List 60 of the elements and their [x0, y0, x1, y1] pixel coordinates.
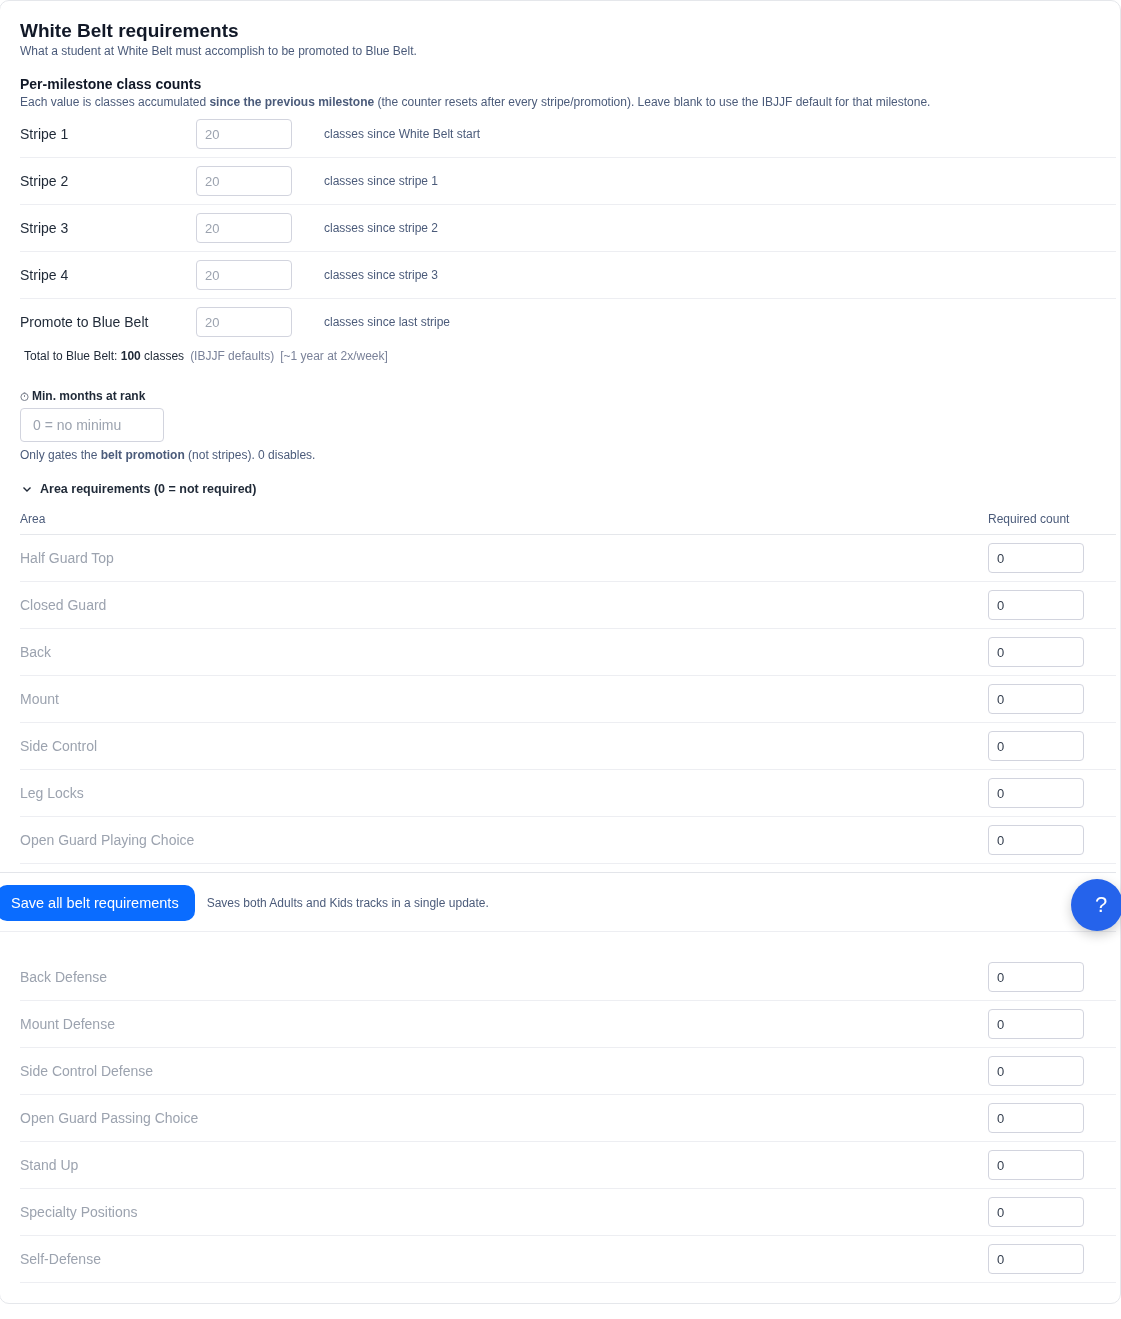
area-name: Half Guard Top	[20, 550, 115, 566]
count-input[interactable]: 0	[988, 825, 1084, 855]
milestone-label: Promote to Blue Belt	[20, 314, 150, 330]
area-name: Closed Guard	[20, 597, 108, 613]
milestone-hint: classes since last stripe	[323, 315, 452, 329]
count-input[interactable]: 0	[988, 1103, 1084, 1133]
count-input[interactable]: 0	[988, 684, 1084, 714]
stopwatch-icon	[20, 391, 29, 401]
count-input[interactable]: 0	[988, 637, 1084, 667]
class-count-input[interactable]: 20	[196, 307, 292, 337]
milestone-label: Stripe 2	[20, 173, 70, 189]
count-input[interactable]: 0	[988, 1056, 1084, 1086]
class-count-input[interactable]: 20	[196, 260, 292, 290]
chevron-icon	[22, 484, 32, 494]
area-name: Stand Up	[20, 1157, 80, 1173]
area-name: Side Control	[20, 738, 99, 754]
count-input[interactable]: 0	[988, 1244, 1084, 1274]
milestone-hint: classes since stripe 2	[323, 221, 440, 235]
area-name: Back Defense	[20, 969, 109, 985]
total-estimate: [~1 year at 2x/week]	[280, 349, 388, 363]
count-input[interactable]: 0	[988, 778, 1084, 808]
min-months-note: Only gates the belt promotion (not stripes). 0 disables.	[20, 448, 317, 462]
area-name: Mount Defense	[20, 1016, 116, 1032]
min-months-input[interactable]: 0 = no minimu	[20, 408, 164, 442]
milestone-label: Stripe 3	[20, 220, 70, 236]
section-heading: Per-milestone class counts	[20, 75, 203, 93]
save-note: Saves both Adults and Kids tracks in a single update.	[206, 896, 489, 910]
milestone-label: Stripe 1	[20, 126, 70, 142]
count-input[interactable]: 0	[988, 1009, 1084, 1039]
milestone-hint: classes since stripe 1	[323, 174, 440, 188]
area-name: Side Control Defense	[20, 1063, 155, 1079]
class-count-input[interactable]: 20	[196, 119, 292, 149]
min-months-label: Min. months at rank	[32, 389, 146, 403]
milestone-hint: classes since stripe 3	[323, 268, 440, 282]
total-classes: Total to Blue Belt: 100 classes	[24, 349, 185, 363]
column-header: Area	[20, 512, 47, 526]
class-count-input[interactable]: 20	[196, 166, 292, 196]
count-input[interactable]: 0	[988, 731, 1084, 761]
area-name: Back	[20, 644, 53, 660]
milestone-label: Stripe 4	[20, 267, 70, 283]
class-count-input[interactable]: 20	[196, 213, 292, 243]
save-button[interactable]: Save all belt requirements	[0, 885, 195, 921]
count-input[interactable]: 0	[988, 962, 1084, 992]
page-title: White Belt requirements	[20, 19, 240, 43]
area-name: Self-Defense	[20, 1251, 102, 1267]
milestone-hint: classes since White Belt start	[323, 127, 482, 141]
area-name: Specialty Positions	[20, 1204, 139, 1220]
total-source: (IBJJF defaults)	[190, 349, 275, 363]
area-name: Mount	[20, 691, 60, 707]
section-description: Each value is classes accumulated since the previous milestone (the counter resets after every stripe/promotion). Leave blank to use the IBJJF default for that milestone.	[20, 94, 932, 111]
column-header: Required count	[988, 512, 1071, 526]
area-name: Open Guard Playing Choice	[20, 832, 196, 848]
count-input[interactable]: 0	[988, 1150, 1084, 1180]
area-name: Open Guard Passing Choice	[20, 1110, 200, 1126]
count-input[interactable]: 0	[988, 543, 1084, 573]
count-input[interactable]: 0	[988, 590, 1084, 620]
count-input[interactable]: 0	[988, 1197, 1084, 1227]
area-requirements-toggle[interactable]: Area requirements (0 = not required)	[0, 482, 257, 496]
area-name: Leg Locks	[20, 785, 85, 801]
page-subtitle: What a student at White Belt must accomplish to be promoted to Blue Belt.	[20, 43, 418, 59]
